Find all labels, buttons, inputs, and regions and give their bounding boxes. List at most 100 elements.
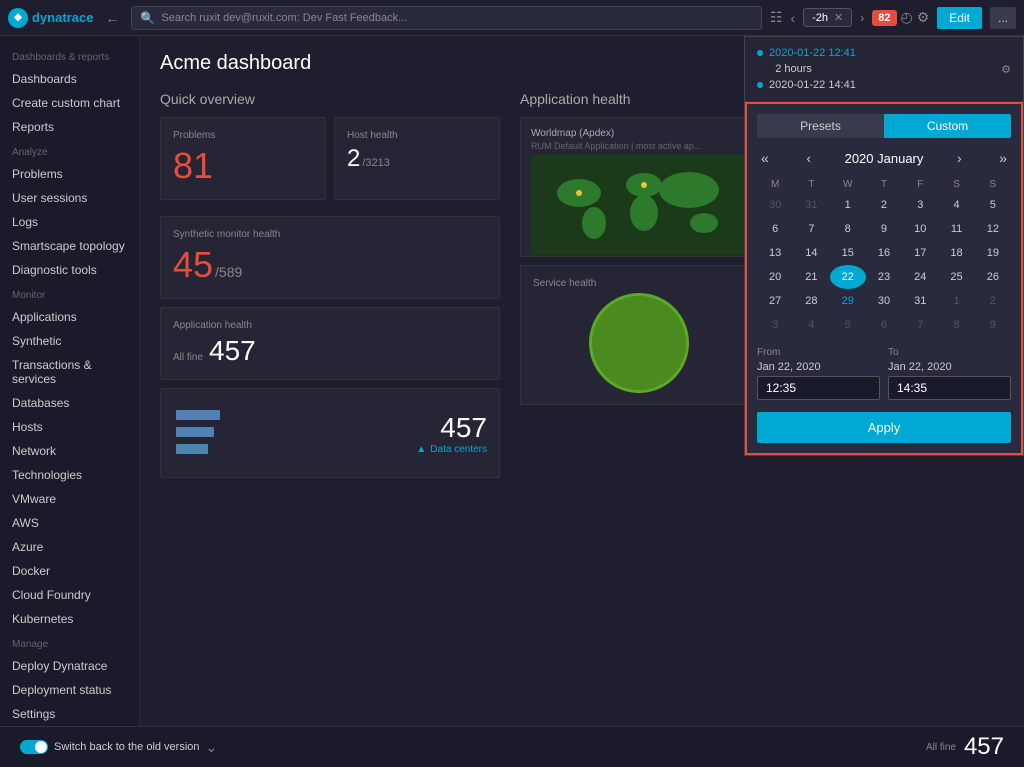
- calendar-day[interactable]: 18: [938, 241, 974, 265]
- calendar-day[interactable]: 8: [830, 217, 866, 241]
- calendar-day[interactable]: 29: [830, 289, 866, 313]
- next-month-button[interactable]: ›: [953, 148, 966, 168]
- calendar-day[interactable]: 4: [793, 313, 829, 337]
- sidebar-item-create-custom-chart[interactable]: Create custom chart: [0, 91, 139, 115]
- sidebar-item-technologies[interactable]: Technologies: [0, 463, 139, 487]
- notification-badge[interactable]: 82: [872, 10, 896, 26]
- arrow-left-icon[interactable]: ‹: [790, 10, 795, 26]
- calendar-day[interactable]: 31: [793, 193, 829, 217]
- sidebar-item-user-sessions[interactable]: User sessions: [0, 186, 139, 210]
- sidebar-item-hosts[interactable]: Hosts: [0, 415, 139, 439]
- calendar-day[interactable]: 11: [938, 217, 974, 241]
- calendar-day[interactable]: 25: [938, 265, 974, 289]
- settings-icon[interactable]: ⚙: [917, 9, 930, 26]
- calendar-day[interactable]: 3: [757, 313, 793, 337]
- sidebar-item-diagnostic-tools[interactable]: Diagnostic tools: [0, 258, 139, 282]
- sidebar-item-kubernetes[interactable]: Kubernetes: [0, 607, 139, 631]
- calendar-day[interactable]: 5: [975, 193, 1011, 217]
- col-sun: S: [975, 176, 1011, 193]
- calendar-day[interactable]: 5: [830, 313, 866, 337]
- search-bar[interactable]: 🔍 Search ruxit dev@ruxit.com: Dev Fast F…: [131, 6, 761, 30]
- calendar-day[interactable]: 31: [902, 289, 938, 313]
- toggle-control[interactable]: [20, 740, 48, 754]
- sidebar-item-logs[interactable]: Logs: [0, 210, 139, 234]
- time-display[interactable]: -2h ✕: [803, 8, 852, 27]
- arrow-right-icon[interactable]: ›: [860, 11, 864, 25]
- edit-button[interactable]: Edit: [937, 7, 982, 29]
- calendar-day[interactable]: 28: [793, 289, 829, 313]
- to-time-input[interactable]: [888, 376, 1011, 400]
- calendar-day[interactable]: 14: [793, 241, 829, 265]
- sidebar-item-network[interactable]: Network: [0, 439, 139, 463]
- calendar-day[interactable]: 23: [866, 265, 902, 289]
- sidebar-item-docker[interactable]: Docker: [0, 559, 139, 583]
- search-placeholder: Search ruxit dev@ruxit.com: Dev Fast Fee…: [161, 12, 407, 24]
- toggle-switch[interactable]: Switch back to the old version ⌄: [20, 739, 217, 756]
- calendar-day[interactable]: 6: [866, 313, 902, 337]
- calendar-day[interactable]: 2: [866, 193, 902, 217]
- calendar-day[interactable]: 24: [902, 265, 938, 289]
- filter-icon[interactable]: ☷: [770, 9, 783, 26]
- calendar-day[interactable]: 19: [975, 241, 1011, 265]
- calendar-day[interactable]: 6: [757, 217, 793, 241]
- more-button[interactable]: ...: [990, 7, 1016, 29]
- calendar-day[interactable]: 7: [902, 313, 938, 337]
- prev-year-button[interactable]: «: [757, 148, 773, 168]
- calendar-day[interactable]: 16: [866, 241, 902, 265]
- calendar-day[interactable]: 9: [975, 313, 1011, 337]
- calendar-day[interactable]: 3: [902, 193, 938, 217]
- calendar-day[interactable]: 21: [793, 265, 829, 289]
- calendar-grid: M T W T F S S 30311234567891011121314151…: [757, 176, 1011, 337]
- sidebar-item-problems[interactable]: Problems: [0, 162, 139, 186]
- calendar-day[interactable]: 1: [938, 289, 974, 313]
- tab-presets[interactable]: Presets: [757, 114, 884, 138]
- bullet-icon-2: [757, 82, 763, 88]
- sidebar-item-settings[interactable]: Settings: [0, 702, 139, 726]
- calendar-day[interactable]: 20: [757, 265, 793, 289]
- calendar-day[interactable]: 2: [975, 289, 1011, 313]
- calendar-day[interactable]: 26: [975, 265, 1011, 289]
- sidebar-item-cloud-foundry[interactable]: Cloud Foundry: [0, 583, 139, 607]
- from-time-input[interactable]: [757, 376, 880, 400]
- calendar-day[interactable]: 1: [830, 193, 866, 217]
- sidebar-item-deployment-status[interactable]: Deployment status: [0, 678, 139, 702]
- back-button[interactable]: ←: [101, 8, 123, 28]
- monitor-icon[interactable]: ◴: [901, 9, 913, 26]
- sidebar-item-deploy-dynatrace[interactable]: Deploy Dynatrace: [0, 654, 139, 678]
- time-entry-1[interactable]: 2020-01-22 12:41: [757, 45, 856, 61]
- calendar-day[interactable]: 30: [757, 193, 793, 217]
- settings-clock-icon[interactable]: ⚙: [1001, 63, 1011, 76]
- calendar-day[interactable]: 27: [757, 289, 793, 313]
- sidebar-item-databases[interactable]: Databases: [0, 391, 139, 415]
- calendar-day[interactable]: 30: [866, 289, 902, 313]
- sidebar-item-synthetic[interactable]: Synthetic: [0, 329, 139, 353]
- sidebar-item-smartscape-topology[interactable]: Smartscape topology: [0, 234, 139, 258]
- calendar-day[interactable]: 17: [902, 241, 938, 265]
- sidebar-item-aws[interactable]: AWS: [0, 511, 139, 535]
- calendar-day[interactable]: 12: [975, 217, 1011, 241]
- calendar-day[interactable]: 7: [793, 217, 829, 241]
- calendar-day[interactable]: 8: [938, 313, 974, 337]
- calendar-day[interactable]: 13: [757, 241, 793, 265]
- sidebar-item-azure[interactable]: Azure: [0, 535, 139, 559]
- close-icon[interactable]: ✕: [834, 11, 843, 24]
- from-field: From Jan 22, 2020: [757, 347, 880, 400]
- sidebar-item-transactions-services[interactable]: Transactions & services: [0, 353, 139, 391]
- sidebar-item-vmware[interactable]: VMware: [0, 487, 139, 511]
- chevron-down-icon[interactable]: ⌄: [206, 739, 218, 756]
- time-entry-3[interactable]: 2020-01-22 14:41: [757, 77, 856, 93]
- tab-custom[interactable]: Custom: [884, 114, 1011, 138]
- sidebar-item-applications[interactable]: Applications: [0, 305, 139, 329]
- calendar-day[interactable]: 15: [830, 241, 866, 265]
- calendar-day[interactable]: 22: [830, 265, 866, 289]
- time-entry-2[interactable]: 2 hours: [757, 61, 856, 77]
- sidebar-item-dashboards[interactable]: Dashboards: [0, 67, 139, 91]
- apply-button[interactable]: Apply: [757, 412, 1011, 443]
- calendar-day[interactable]: 4: [938, 193, 974, 217]
- calendar-day[interactable]: 9: [866, 217, 902, 241]
- sidebar-item-reports[interactable]: Reports: [0, 115, 139, 139]
- next-year-button[interactable]: »: [995, 148, 1011, 168]
- prev-month-button[interactable]: ‹: [802, 148, 815, 168]
- logo-text: dynatrace: [32, 10, 93, 25]
- calendar-day[interactable]: 10: [902, 217, 938, 241]
